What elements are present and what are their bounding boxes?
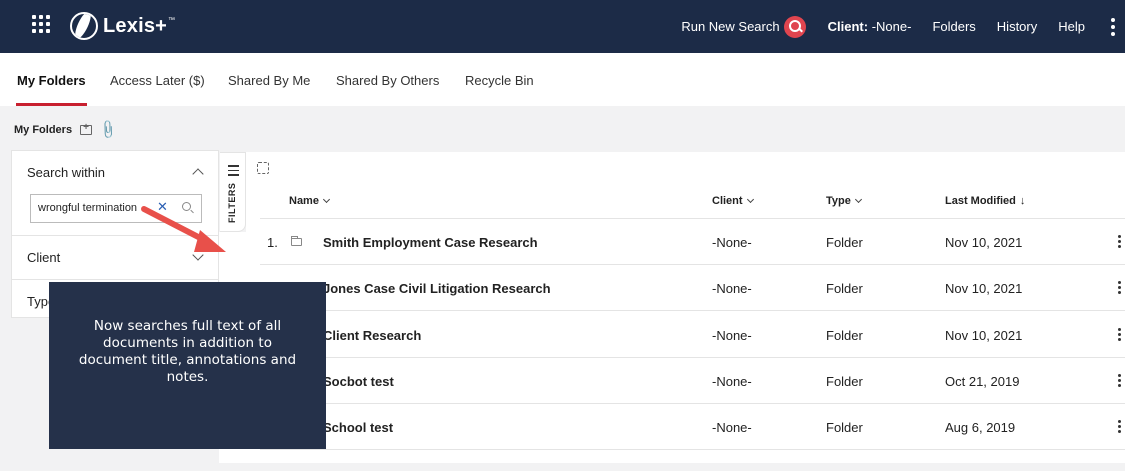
tab-access-later[interactable]: Access Later ($) (110, 73, 205, 88)
row-client: -None- (712, 235, 752, 250)
column-header-client[interactable]: Client (712, 195, 754, 207)
app-grid-icon[interactable] (32, 15, 50, 33)
row-last-modified: Oct 21, 2019 (945, 374, 1020, 389)
chevron-down-icon (322, 195, 331, 204)
row-more-options-icon[interactable] (1118, 235, 1121, 248)
column-header-type-label: Type (826, 195, 851, 207)
breadcrumb: My Folders 📎 (14, 119, 120, 141)
logo-trademark: ™ (168, 16, 176, 24)
table-row[interactable]: Client Research -None- Folder Nov 10, 20… (260, 312, 1125, 358)
row-more-options-icon[interactable] (1118, 374, 1121, 387)
table-row[interactable]: Socbot test -None- Folder Oct 21, 2019 (260, 358, 1125, 404)
search-icon (783, 15, 806, 38)
new-folder-icon[interactable] (80, 122, 93, 135)
nav-history-link[interactable]: History (997, 19, 1037, 34)
row-client: -None- (712, 420, 752, 435)
row-more-options-icon[interactable] (1118, 328, 1121, 341)
row-type: Folder (826, 281, 863, 296)
folder-tabs: My Folders Access Later ($) Shared By Me… (0, 53, 1125, 106)
row-client: -None- (712, 374, 752, 389)
row-last-modified: Nov 10, 2021 (945, 281, 1023, 296)
client-label: Client: (827, 19, 869, 34)
sliders-icon (228, 165, 239, 177)
row-more-options-icon[interactable] (1118, 420, 1121, 433)
feature-tooltip: Now searches full text of all documents … (49, 282, 326, 449)
tooltip-text: Now searches full text of all documents … (78, 318, 297, 385)
search-within-value: wrongful termination (38, 202, 138, 214)
breadcrumb-title: My Folders (14, 124, 73, 136)
table-row[interactable]: 1. Smith Employment Case Research -None-… (260, 219, 1125, 265)
column-header-last-modified-label: Last Modified (945, 195, 1016, 207)
folder-name-link[interactable]: Smith Employment Case Research (323, 235, 538, 250)
nav-folders-link[interactable]: Folders (932, 19, 975, 34)
column-header-name-label: Name (289, 195, 319, 207)
row-type: Folder (826, 420, 863, 435)
top-navigation-bar: Lexis+ ™ Run New Search Client: -None- F… (0, 0, 1125, 53)
chevron-down-icon (746, 195, 754, 204)
tab-my-folders[interactable]: My Folders (17, 73, 86, 88)
row-type: Folder (826, 235, 863, 250)
folder-icon (291, 236, 302, 246)
row-more-options-icon[interactable] (1118, 281, 1121, 294)
table-row[interactable]: Jones Case Civil Litigation Research -No… (260, 265, 1125, 311)
folder-name-link[interactable]: Jones Case Civil Litigation Research (323, 281, 551, 296)
tab-recycle-bin[interactable]: Recycle Bin (465, 73, 534, 88)
search-within-label[interactable]: Search within (12, 151, 218, 194)
column-header-type[interactable]: Type (826, 195, 862, 207)
sort-arrow-down-icon: ↓ (1019, 195, 1026, 207)
row-last-modified: Nov 10, 2021 (945, 328, 1023, 343)
logo-text: Lexis+ (103, 14, 168, 37)
row-last-modified: Nov 10, 2021 (945, 235, 1023, 250)
more-options-icon[interactable] (1111, 17, 1115, 36)
folder-name-link[interactable]: School test (323, 420, 393, 435)
run-new-search-label: Run New Search (681, 19, 780, 34)
row-type: Folder (826, 328, 863, 343)
column-header-client-label: Client (712, 195, 743, 207)
folders-table: Name Client Type Last Modified ↓ 1. Smith… (246, 152, 1125, 463)
column-header-last-modified[interactable]: Last Modified ↓ (945, 195, 1025, 207)
attach-icon[interactable]: 📎 (97, 119, 119, 142)
row-number: 1. (267, 235, 278, 250)
row-client: -None- (712, 281, 752, 296)
row-client: -None- (712, 328, 752, 343)
row-last-modified: Aug 6, 2019 (945, 420, 1016, 435)
run-new-search-button[interactable]: Run New Search (681, 15, 806, 38)
tab-shared-by-me[interactable]: Shared By Me (228, 73, 310, 88)
row-type: Folder (826, 374, 863, 389)
callout-arrow (141, 206, 226, 252)
table-row[interactable]: School test -None- Folder Aug 6, 2019 (260, 404, 1125, 450)
header-right-nav: Run New Search Client: -None- Folders Hi… (681, 0, 1125, 53)
folder-name-link[interactable]: Client Research (323, 328, 421, 343)
folder-name-link[interactable]: Socbot test (323, 374, 394, 389)
column-header-name[interactable]: Name (289, 195, 331, 207)
lexis-logo-mark-icon (70, 12, 98, 40)
select-all-icon[interactable] (257, 162, 269, 174)
nav-help-link[interactable]: Help (1058, 19, 1085, 34)
lexis-logo[interactable]: Lexis+ ™ (70, 12, 175, 40)
client-selector[interactable]: Client: -None- (828, 19, 912, 34)
client-value: -None- (871, 19, 912, 34)
chevron-down-icon (854, 195, 862, 204)
active-tab-indicator (16, 103, 87, 106)
tab-shared-by-others[interactable]: Shared By Others (336, 73, 439, 88)
